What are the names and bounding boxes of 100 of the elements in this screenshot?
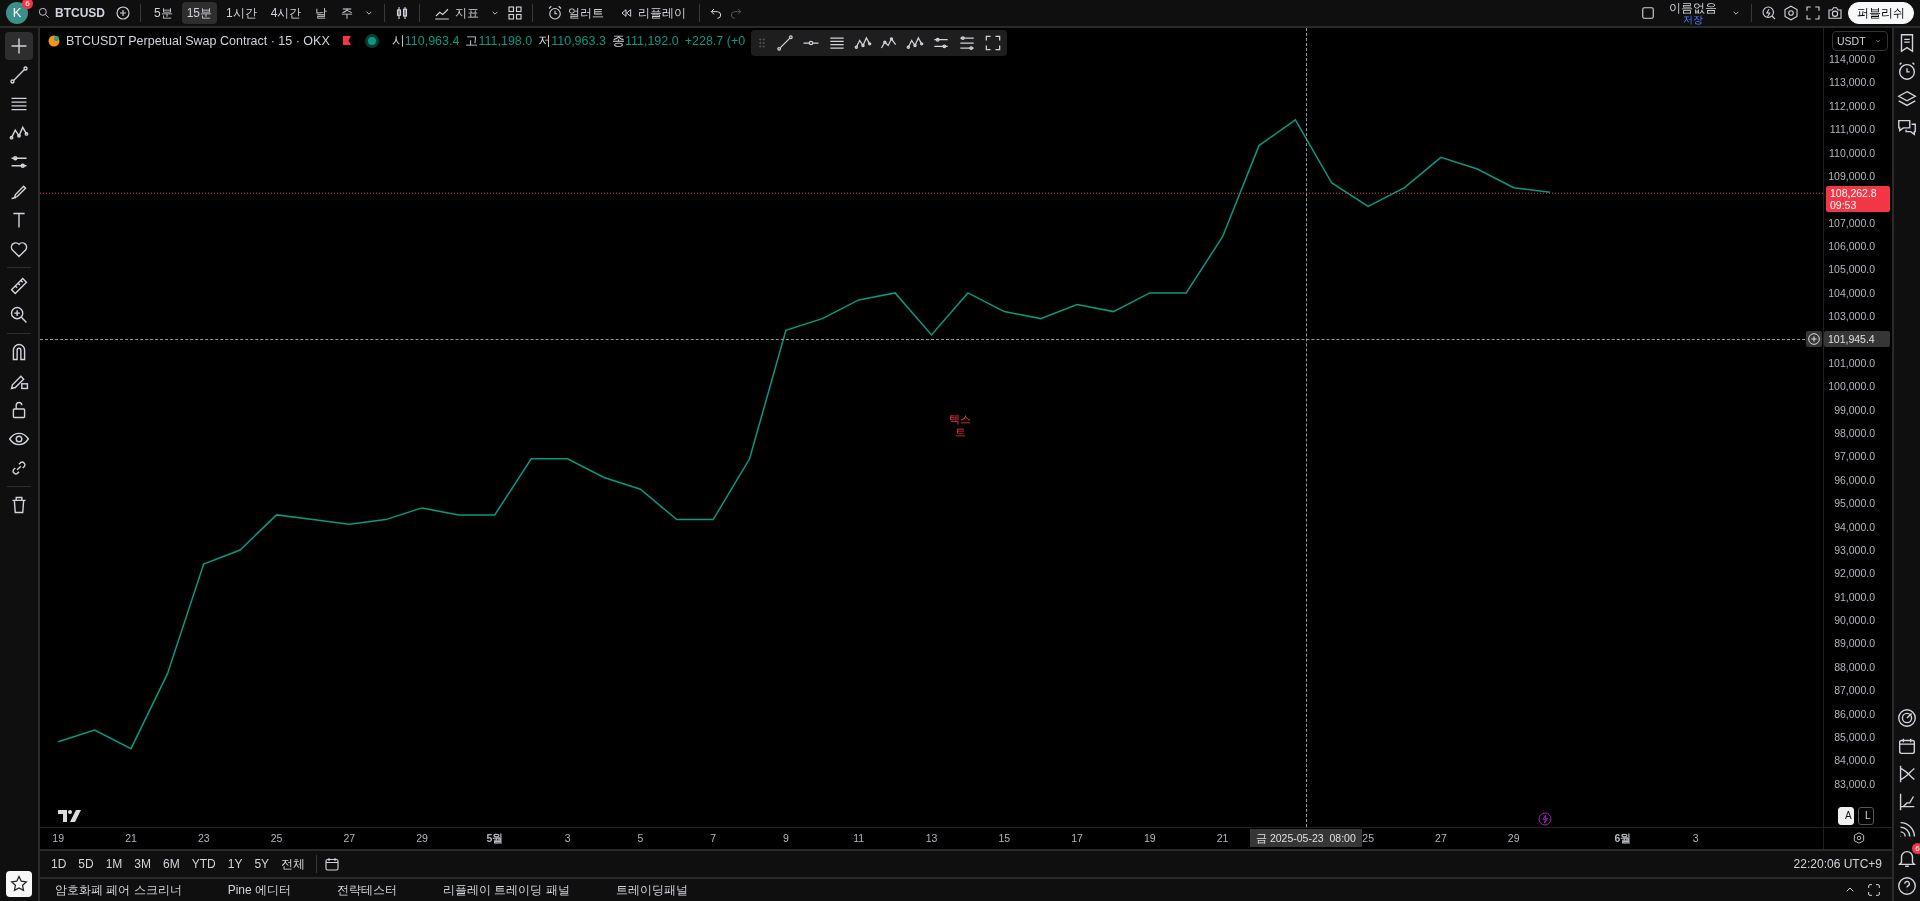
star-icon[interactable] [9,874,29,894]
interval-tab[interactable]: 5분 [149,2,178,24]
price-axis-label: 103,000.0 [1828,310,1875,323]
period-button[interactable]: YTD [186,853,221,875]
maximize-icon[interactable] [1866,882,1882,898]
crosshair-price-label: 101,945.4 [1824,331,1890,347]
add-symbol-icon[interactable] [114,4,132,22]
alarm-clock-icon[interactable] [1896,60,1918,82]
square-icon[interactable] [1639,4,1657,22]
alert-button[interactable]: 얼러트 [541,1,610,25]
date-axis-label: 9 [783,832,789,844]
ohlc-label: 저 [538,33,552,50]
date-axis-label: 25 [270,832,283,844]
period-button[interactable]: 1Y [222,853,248,875]
fullscreen-icon[interactable] [1804,4,1822,22]
price-axis-label: 107,000.0 [1828,216,1875,229]
price-axis-label: 92,000.0 [1834,567,1875,580]
publish-button[interactable]: 퍼블리쉬 [1848,2,1914,24]
date-axis-label: 25 [1362,832,1374,844]
price-axis-label: 83,000.0 [1834,777,1875,790]
ohlc-label: 종 [611,33,625,50]
panel-tab[interactable]: 리플레이 트레이딩 패널 [438,879,575,901]
quick-search-icon[interactable] [1760,4,1778,22]
price-axis-label: 104,000.0 [1828,286,1875,299]
chart-text-note: 텍스트 [948,413,973,440]
price-axis-label: 112,000.0 [1829,99,1875,112]
channel-icon[interactable] [957,33,977,53]
period-button[interactable]: 1M [100,853,128,875]
interval-tab[interactable]: 4시간 [265,2,307,24]
price-axis-label: 93,000.0 [1834,544,1875,556]
settings-icon[interactable] [1782,4,1800,22]
ohlc-value: 111,192.0 [624,33,679,50]
help-icon[interactable] [1896,875,1918,897]
indicators-button[interactable]: 지표 [428,1,485,25]
clock-text: 22:20:06 UTC+9 [1793,856,1882,873]
date-axis-label: 15 [998,832,1011,844]
price-axis-label: 96,000.0 [1834,473,1875,486]
price-axis-label: 85,000.0 [1834,731,1875,743]
target-icon[interactable] [1896,707,1918,729]
date-axis-label: 11 [853,832,865,844]
date-axis-label: 5월 [486,832,504,844]
currency-dropdown[interactable]: USDT [1832,31,1888,51]
period-button[interactable]: 1D [46,853,72,875]
ohlc-value: 110,963.3 [551,33,606,50]
search-icon [37,6,51,20]
calendar-icon[interactable] [323,855,342,873]
price-axis-label: 97,000.0 [1834,450,1875,463]
price-axis-label: 101,000.0 [1828,357,1875,369]
price-axis-label: 100,000.0 [1828,380,1875,393]
crosshair-icon[interactable] [5,32,33,60]
trend-line-icon[interactable] [775,33,795,53]
ohlc-value: 111,198.0 [478,33,533,50]
price-axis-label: 94,000.0 [1834,520,1875,533]
change-value: +228.7 (+0 [684,33,746,50]
period-button[interactable]: 5D [73,853,99,875]
settings-icon[interactable] [1852,831,1866,845]
panel-tab[interactable]: 암호화폐 페어 스크리너 [50,879,187,901]
price-axis-label: 113,000.0 [1829,76,1875,89]
date-axis-label: 6월 [1614,832,1632,844]
camera-icon[interactable] [1826,4,1844,22]
date-axis-label: 19 [52,832,65,844]
panel-tab[interactable]: 전략테스터 [332,879,403,901]
date-axis-label: 21 [1216,832,1229,844]
period-button[interactable]: 5Y [249,853,275,875]
interval-tab[interactable]: 1시간 [221,2,262,24]
period-button[interactable]: 6M [158,853,185,875]
panel-tab[interactable]: 트레이딩패널 [610,879,693,901]
price-axis-label: 90,000.0 [1834,614,1875,627]
lightning-icon[interactable] [1537,811,1553,827]
interval-tab[interactable]: 주 [336,2,359,24]
interval-tab[interactable]: 15분 [181,2,218,24]
price-axis-label: 95,000.0 [1834,497,1875,510]
price-text: 108,262.8 [1830,187,1878,200]
replay-button[interactable]: 리플레이 [613,2,692,24]
date-axis-label: 29 [416,832,428,844]
flag-icon[interactable] [341,36,352,47]
price-axis-label: 89,000.0 [1834,637,1875,650]
period-button[interactable]: 3M [129,853,157,875]
date-axis-label: 5 [637,832,644,844]
layout-name[interactable]: 이름없음 [1669,1,1717,14]
scale-toggle[interactable]: A [1838,807,1854,825]
interval-tab[interactable]: 날 [310,2,333,24]
panel-tab[interactable]: Pine 에디터 [222,879,297,901]
date-axis-label: 21 [125,832,137,844]
notification-badge: 6 [1912,843,1920,854]
price-axis-label: 98,000.0 [1834,427,1875,440]
layout-grid-icon[interactable] [506,4,525,22]
symbol-search[interactable]: BTCUSD [32,2,110,24]
crosshair-date-label: 금 2025-05-23 08:00 [1250,829,1362,847]
price-axis-label: 86,000.0 [1834,707,1875,720]
notification-badge: 6 [22,0,33,9]
date-axis-label: 27 [1435,832,1447,844]
scale-toggle[interactable]: L [1858,807,1874,825]
save-status: 저장 [1683,13,1703,25]
price-axis-label: 84,000.0 [1834,754,1875,767]
ohlc-label: 고 [465,33,479,50]
add-alert-icon[interactable] [1806,331,1822,347]
period-button[interactable]: 전체 [276,853,311,875]
symbol-title[interactable]: BTCUSDT Perpetual Swap Contract · 15 · OKX [66,32,330,51]
logo-icon[interactable] [58,809,82,823]
